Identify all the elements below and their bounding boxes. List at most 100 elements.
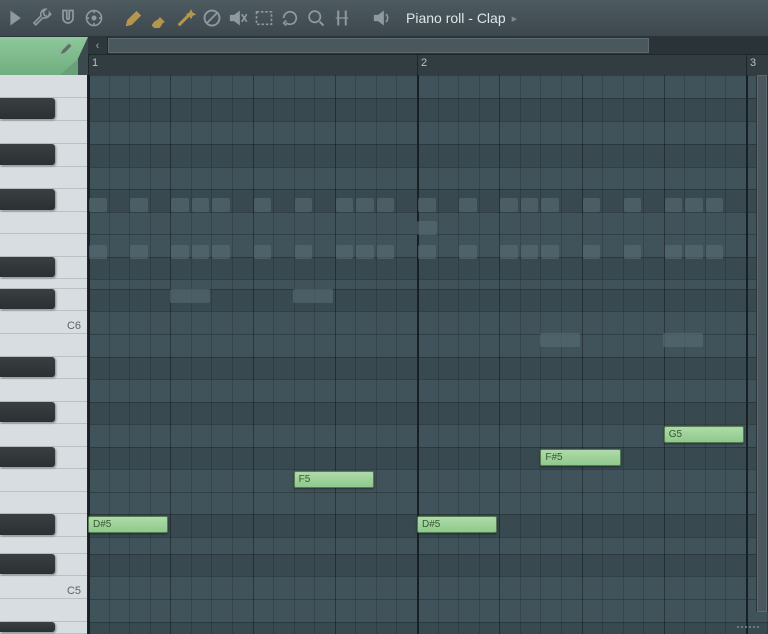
ghost-note xyxy=(212,245,230,259)
ghost-note xyxy=(295,245,313,259)
key-label: C6 xyxy=(67,320,81,332)
main-area: C6 C5 D#5 F5 D#5 F#5 G5 xyxy=(0,75,768,634)
black-key-A#6[interactable] xyxy=(0,98,55,119)
ghost-note xyxy=(540,333,580,347)
ghost-note xyxy=(685,198,703,212)
ghost-note xyxy=(171,198,189,212)
sparkle-icon[interactable] xyxy=(176,8,196,28)
hscroll-left-button[interactable]: ‹ xyxy=(88,37,108,55)
key-G6[interactable] xyxy=(0,167,87,189)
split-icon[interactable] xyxy=(332,8,352,28)
chevron-right-icon: ▸ xyxy=(512,12,518,25)
key-label: C5 xyxy=(67,585,81,597)
ghost-note xyxy=(418,198,436,212)
ghost-note xyxy=(212,198,230,212)
ghost-note xyxy=(541,198,559,212)
title[interactable]: Piano roll - Clap ▸ xyxy=(406,10,517,26)
ghost-note xyxy=(356,198,374,212)
key-D6[interactable] xyxy=(0,279,87,289)
note-D#5[interactable]: D#5 xyxy=(88,516,168,533)
ghost-note xyxy=(663,333,703,347)
black-key-F#6[interactable] xyxy=(0,189,55,210)
magnet-icon[interactable] xyxy=(58,8,78,28)
mute-icon[interactable] xyxy=(228,8,248,28)
title-prefix: Piano roll - xyxy=(406,10,477,26)
ghost-note xyxy=(254,198,272,212)
ghost-note xyxy=(624,198,642,212)
ghost-note xyxy=(171,245,189,259)
key-E5[interactable] xyxy=(0,492,87,514)
timeline-ruler[interactable]: 1 2 3 xyxy=(88,55,768,75)
ghost-note xyxy=(170,289,210,303)
black-key-D#6[interactable] xyxy=(0,257,55,277)
key-F5[interactable] xyxy=(0,469,87,492)
pattern-tab[interactable] xyxy=(0,37,88,75)
note-grid[interactable]: D#5 F5 D#5 F#5 G5 xyxy=(88,75,768,634)
note-F#5[interactable]: F#5 xyxy=(540,449,620,466)
bar-number: 2 xyxy=(421,57,427,69)
header-row: ‹ 1 2 3 xyxy=(0,37,768,75)
key-D5[interactable] xyxy=(0,537,87,554)
zoom-icon[interactable] xyxy=(306,8,326,28)
hscroll-thumb[interactable] xyxy=(108,38,649,53)
ghost-note xyxy=(500,198,518,212)
ghost-note xyxy=(583,198,601,212)
resize-handle[interactable] xyxy=(728,620,768,634)
vscroll-track[interactable] xyxy=(756,75,768,612)
note-G5[interactable]: G5 xyxy=(664,426,744,443)
key-B5[interactable] xyxy=(0,334,87,357)
black-key-C#6[interactable] xyxy=(0,289,55,309)
ghost-note xyxy=(336,198,354,212)
ghost-note xyxy=(583,245,601,259)
brush-icon[interactable] xyxy=(150,8,170,28)
black-key-A#5[interactable] xyxy=(0,357,55,377)
note-D#5[interactable]: D#5 xyxy=(417,516,497,533)
ghost-note xyxy=(521,245,539,259)
ghost-note xyxy=(417,221,437,235)
ghost-note xyxy=(706,198,724,212)
disable-icon[interactable] xyxy=(202,8,222,28)
ghost-note xyxy=(336,245,354,259)
black-key-F#5[interactable] xyxy=(0,447,55,467)
ghost-note xyxy=(89,198,107,212)
vscroll-thumb[interactable] xyxy=(757,75,767,612)
paint-icon[interactable] xyxy=(124,8,144,28)
key-E6[interactable] xyxy=(0,234,87,257)
ghost-note xyxy=(192,198,210,212)
bar-number: 3 xyxy=(750,57,756,69)
key-B4[interactable] xyxy=(0,599,87,622)
note-F5[interactable]: F5 xyxy=(294,471,374,488)
black-key-C#5[interactable] xyxy=(0,554,55,574)
ghost-note xyxy=(706,245,724,259)
key-G5[interactable] xyxy=(0,424,87,447)
bar-number: 1 xyxy=(92,57,98,69)
pencil-icon xyxy=(58,41,74,57)
wrench-icon[interactable] xyxy=(32,8,52,28)
select-rect-icon[interactable] xyxy=(254,8,274,28)
settings-circle-icon[interactable] xyxy=(84,8,104,28)
ghost-note xyxy=(521,198,539,212)
key-F6[interactable] xyxy=(0,212,87,234)
key-A6[interactable] xyxy=(0,121,87,144)
black-key-G#5[interactable] xyxy=(0,402,55,422)
black-key-A#4[interactable] xyxy=(0,622,55,632)
black-key-D#5[interactable] xyxy=(0,514,55,535)
ghost-note xyxy=(624,245,642,259)
ghost-note xyxy=(293,289,333,303)
loop-icon[interactable] xyxy=(280,8,300,28)
hscroll-track[interactable] xyxy=(108,37,768,55)
ghost-note xyxy=(377,198,395,212)
ghost-note xyxy=(665,198,683,212)
toolbar: Piano roll - Clap ▸ xyxy=(0,0,768,37)
speaker-icon[interactable] xyxy=(372,8,392,28)
black-key-G#6[interactable] xyxy=(0,144,55,165)
ghost-note xyxy=(418,245,436,259)
ghost-note xyxy=(254,245,272,259)
ghost-note xyxy=(377,245,395,259)
ghost-note xyxy=(459,245,477,259)
key-B6[interactable] xyxy=(0,75,87,98)
ghost-note xyxy=(665,245,683,259)
menu-arrow-icon[interactable] xyxy=(6,8,26,28)
piano-keys[interactable]: C6 C5 xyxy=(0,75,88,634)
key-A5[interactable] xyxy=(0,379,87,402)
